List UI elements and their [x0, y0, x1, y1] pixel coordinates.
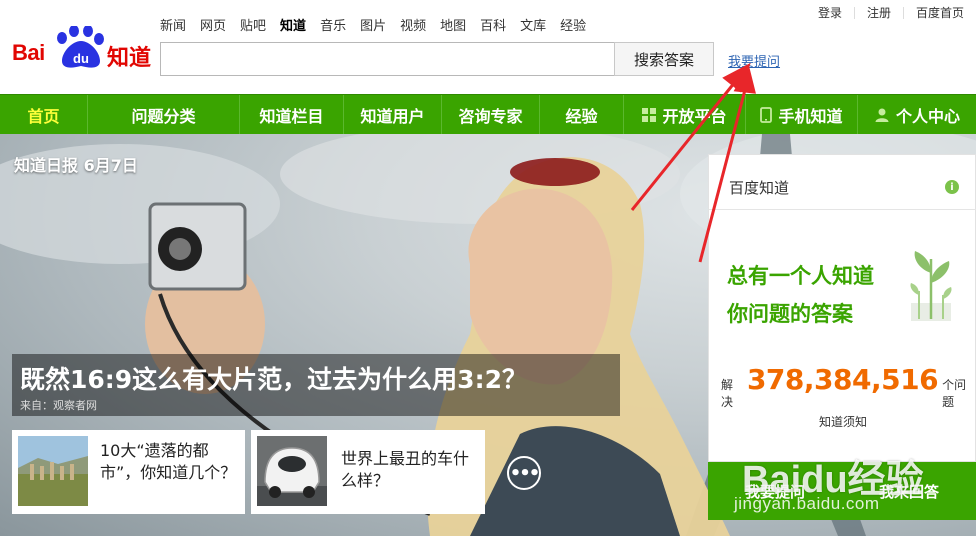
login-link[interactable]: 登录 [806, 4, 854, 22]
daily-report-label[interactable]: 知道日报 6月7日 [14, 152, 138, 176]
nav-columns[interactable]: 知道栏目 [240, 95, 344, 135]
car-thumbnail [257, 436, 327, 506]
nav-categories-label: 问题分类 [131, 107, 196, 126]
product-nav-map[interactable]: 地图 [440, 18, 466, 36]
notice-link[interactable]: 知道须知 [819, 413, 867, 430]
nav-experts-label: 咨询专家 [458, 107, 523, 126]
main-nav: 首页 问题分类 知道栏目 知道用户 咨询专家 经验 开放平台 手机知道 个人中心 [0, 94, 976, 135]
nav-personal-center[interactable]: 个人中心 [858, 95, 976, 135]
product-nav-zhidao[interactable]: 知道 [280, 18, 306, 36]
header: Bai du 知道 新闻 网页 贴吧 知道 音乐 图片 视频 地图 百科 文库 … [0, 0, 976, 94]
article-card[interactable]: 世界上最丑的车什么样？ [251, 430, 485, 514]
solved-counter: 解决 378,384,516 个问题 [721, 363, 975, 410]
user-icon [875, 108, 889, 122]
nav-home-label: 首页 [27, 107, 60, 126]
slogan-line: 你问题的答案 [727, 302, 853, 326]
divider [709, 209, 976, 210]
nav-home[interactable]: 首页 [0, 95, 88, 135]
logo-bai: Bai [12, 40, 45, 65]
phone-icon [760, 107, 773, 123]
headline-banner[interactable]: 既然16:9这么有大片范，过去为什么用3:2？ 来自：观察者网 [12, 354, 620, 416]
product-nav-video[interactable]: 视频 [400, 18, 426, 36]
slogan: 总有一个人知道 你问题的答案 [727, 257, 874, 333]
nav-jingyan[interactable]: 经验 [540, 95, 624, 135]
product-nav-web[interactable]: 网页 [200, 18, 226, 36]
product-nav-news[interactable]: 新闻 [160, 18, 186, 36]
solved-prefix: 解决 [721, 378, 734, 409]
nav-users[interactable]: 知道用户 [344, 95, 442, 135]
headline-title[interactable]: 既然16:9这么有大片范，过去为什么用3:2？ [20, 360, 527, 396]
ruins-thumbnail [18, 436, 88, 506]
zhidao-side-panel: 百度知道 i 总有一个人知道 你问题的答案 解决 378,384,516 个问题… [708, 154, 976, 462]
article-card[interactable]: 10大“遗落的都市”，你知道几个？ [12, 430, 245, 514]
product-nav-images[interactable]: 图片 [360, 18, 386, 36]
nav-categories[interactable]: 问题分类 [88, 95, 240, 135]
product-nav-baike[interactable]: 百科 [480, 18, 506, 36]
nav-columns-label: 知道栏目 [259, 107, 324, 126]
article-card-text[interactable]: 10大“遗落的都市”，你知道几个？ [100, 440, 240, 484]
sprout-icon [910, 251, 952, 321]
product-nav-wenku[interactable]: 文库 [520, 18, 546, 36]
ask-question-link[interactable]: 我要提问 [728, 51, 780, 70]
nav-open-platform-label: 开放平台 [662, 107, 727, 126]
product-nav-tieba[interactable]: 贴吧 [240, 18, 266, 36]
register-link[interactable]: 注册 [855, 4, 903, 22]
nav-mobile-label: 手机知道 [778, 107, 843, 126]
more-dots-icon[interactable]: ••• [507, 456, 541, 490]
solved-suffix: 个问题 [942, 378, 967, 409]
user-links: 登录 注册 百度首页 [806, 4, 976, 22]
info-icon[interactable]: i [945, 180, 959, 194]
product-nav-music[interactable]: 音乐 [320, 18, 346, 36]
baidu-home-link[interactable]: 百度首页 [904, 4, 976, 22]
jingyan-watermark-url: jingyan.baidu.com [734, 494, 880, 513]
nav-users-label: 知道用户 [360, 107, 425, 126]
grid-icon [642, 108, 657, 122]
search-answer-button[interactable]: 搜索答案 [614, 42, 714, 76]
nav-mobile[interactable]: 手机知道 [746, 95, 858, 135]
logo-zhidao: 知道 [107, 46, 152, 71]
nav-open-platform[interactable]: 开放平台 [624, 95, 746, 135]
search-input[interactable] [160, 42, 615, 76]
headline-source: 来自：观察者网 [20, 399, 97, 412]
nav-experts[interactable]: 咨询专家 [442, 95, 540, 135]
logo-du: du [73, 51, 89, 66]
baidu-zhidao-logo[interactable]: Bai du 知道 [12, 26, 152, 72]
product-nav: 新闻 网页 贴吧 知道 音乐 图片 视频 地图 百科 文库 经验 [160, 18, 600, 36]
solved-count: 378,384,516 [746, 363, 939, 396]
article-card-text[interactable]: 世界上最丑的车什么样？ [341, 448, 477, 492]
nav-jingyan-label: 经验 [565, 107, 598, 126]
baidu-paw-icon: du [57, 26, 104, 68]
panel-title: 百度知道 [729, 179, 790, 197]
product-nav-jingyan[interactable]: 经验 [560, 18, 586, 36]
nav-personal-center-label: 个人中心 [895, 107, 960, 126]
slogan-line: 总有一个人知道 [727, 264, 874, 288]
